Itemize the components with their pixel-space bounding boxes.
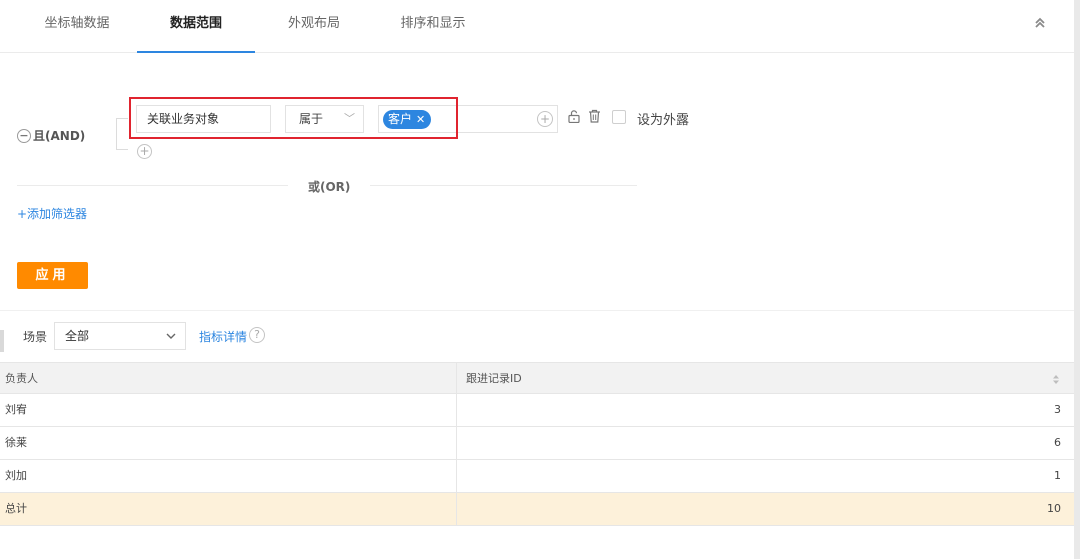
field-select[interactable]: 关联业务对象: [136, 105, 271, 133]
cell-record-id: 1: [1054, 469, 1061, 482]
tab-data-range[interactable]: 数据范围: [137, 0, 255, 53]
cell-record-id: 6: [1054, 436, 1061, 449]
table-row: 刘加 1: [0, 460, 1074, 493]
page: 坐标轴数据 数据范围 外观布局 排序和显示 − 且(AND) + 关联业务对象 …: [0, 0, 1080, 559]
scrollbar[interactable]: [1074, 0, 1080, 559]
scene-label: 场景: [23, 330, 48, 344]
chevron-down-icon: ﹀: [344, 112, 355, 125]
scene-value: 全部: [65, 329, 90, 343]
section-divider: [0, 310, 1074, 311]
or-label: 或(OR): [288, 178, 371, 195]
cell-owner: 刘加: [0, 460, 457, 492]
set-external-label: 设为外露: [637, 113, 690, 128]
operator-select[interactable]: 属于 ﹀: [285, 105, 364, 133]
add-value-plus-icon[interactable]: +: [537, 111, 553, 127]
table-total-row: 总计 10: [0, 493, 1074, 526]
chevron-down-icon: [166, 323, 176, 350]
column-header-record-id-label: 跟进记录ID: [466, 372, 522, 385]
value-tag: 客户 ✕: [383, 110, 432, 129]
table-row: 徐莱 6: [0, 427, 1074, 460]
tab-axis-data[interactable]: 坐标轴数据: [36, 0, 118, 53]
operator-value: 属于: [299, 112, 324, 126]
metric-detail-link[interactable]: 指标详情: [199, 328, 247, 345]
cell-total-value: 10: [1047, 502, 1061, 515]
value-tag-label: 客户: [388, 112, 413, 126]
cell-record-id: 3: [1054, 403, 1061, 416]
column-header-record-id[interactable]: 跟进记录ID: [457, 363, 1074, 393]
add-filter-link[interactable]: +添加筛选器: [17, 205, 87, 222]
tab-appearance-layout[interactable]: 外观布局: [276, 0, 352, 53]
scene-select[interactable]: 全部: [54, 322, 186, 350]
add-condition-plus-icon[interactable]: +: [137, 144, 152, 159]
tab-sort-display[interactable]: 排序和显示: [392, 0, 474, 53]
table-row: 刘宥 3: [0, 394, 1074, 427]
help-question-icon[interactable]: ?: [249, 327, 265, 343]
group-bracket: [116, 118, 128, 150]
collapse-up-icon[interactable]: [1032, 17, 1048, 35]
value-input[interactable]: 客户 ✕ +: [378, 105, 558, 133]
table-header-row: 负责人 跟进记录ID: [0, 362, 1074, 394]
data-table: 负责人 跟进记录ID 刘宥 3 徐莱 6 刘加 1 总计 10: [0, 362, 1074, 526]
minus-circle-icon[interactable]: −: [17, 128, 31, 143]
and-group-label[interactable]: − 且(AND): [17, 127, 85, 144]
remove-tag-icon[interactable]: ✕: [416, 110, 425, 129]
cell-total-label: 总计: [0, 493, 457, 525]
column-header-owner[interactable]: 负责人: [0, 363, 457, 393]
cell-owner: 刘宥: [0, 394, 457, 426]
apply-button[interactable]: 应用: [17, 262, 88, 289]
and-label-text: 且(AND): [33, 129, 86, 143]
tab-bar: 坐标轴数据 数据范围 外观布局 排序和显示: [0, 0, 1074, 53]
sort-icon[interactable]: [1052, 374, 1060, 385]
set-external-checkbox[interactable]: [612, 110, 626, 124]
unlock-icon[interactable]: [568, 110, 580, 123]
cell-owner: 徐莱: [0, 427, 457, 459]
trash-icon[interactable]: [588, 109, 601, 123]
side-handle[interactable]: [0, 330, 4, 352]
